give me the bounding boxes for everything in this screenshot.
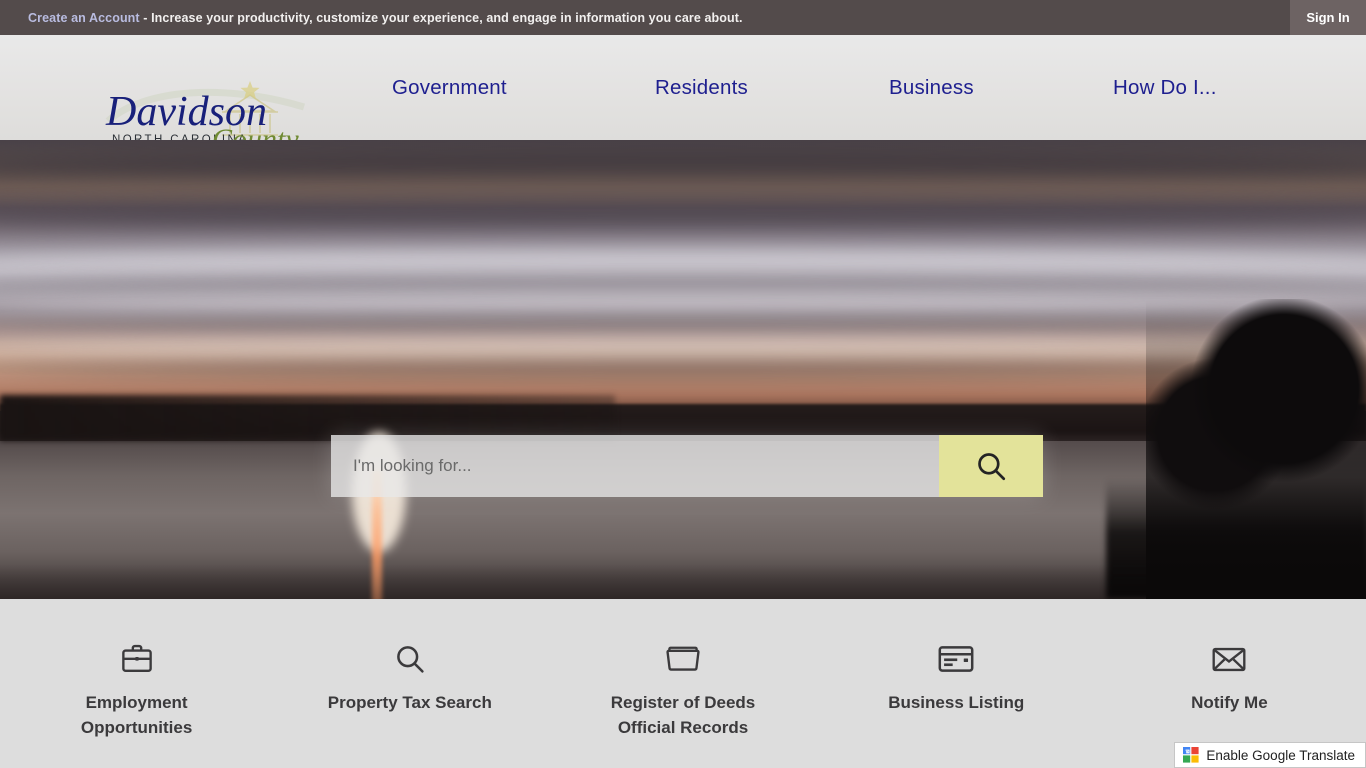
nav-item-business[interactable]: Business xyxy=(889,76,974,100)
quick-link-business-listing[interactable]: Business Listing xyxy=(820,641,1093,716)
top-utility-bar: Create an Account - Increase your produc… xyxy=(0,0,1366,35)
hero-search-box xyxy=(331,435,1043,497)
hero-banner xyxy=(0,140,1366,599)
quick-links-bar: Employment Opportunities Property Tax Se… xyxy=(0,599,1366,768)
quick-link-notify-me[interactable]: Notify Me xyxy=(1093,641,1366,716)
main-navigation: Government Residents Business How Do I..… xyxy=(360,35,1240,140)
briefcase-icon xyxy=(120,641,154,677)
hero-left-shadow xyxy=(0,394,615,441)
quick-link-register-of-deeds[interactable]: Register of Deeds Official Records xyxy=(546,641,819,740)
folder-icon xyxy=(666,641,700,677)
sign-in-button[interactable]: Sign In xyxy=(1290,0,1366,35)
quick-link-property-tax-search[interactable]: Property Tax Search xyxy=(273,641,546,716)
search-icon xyxy=(978,453,1006,481)
nav-item-residents[interactable]: Residents xyxy=(655,76,748,100)
quick-link-label: Business Listing xyxy=(888,693,1025,712)
quick-link-label: Property Tax Search xyxy=(327,693,492,712)
search-input[interactable] xyxy=(331,435,939,497)
account-message: Create an Account - Increase your produc… xyxy=(0,11,743,25)
quick-link-label: Notify Me xyxy=(1191,693,1268,712)
hero-tree-silhouette xyxy=(1146,299,1366,599)
quick-link-label: Employment Opportunities xyxy=(80,693,193,737)
search-icon xyxy=(394,641,426,677)
quick-link-employment-opportunities[interactable]: Employment Opportunities xyxy=(0,641,273,740)
google-translate-widget[interactable]: Enable Google Translate xyxy=(1174,742,1366,768)
envelope-icon xyxy=(1212,641,1246,677)
account-message-text: - Increase your productivity, customize … xyxy=(139,10,743,25)
nav-item-how-do-i[interactable]: How Do I... xyxy=(1113,76,1217,100)
site-header: Davidson NORTH CAROLINA County Governmen… xyxy=(0,35,1366,156)
card-icon xyxy=(938,641,974,677)
create-account-link[interactable]: Create an Account xyxy=(28,11,140,25)
search-submit-button[interactable] xyxy=(939,435,1043,497)
google-logo-icon xyxy=(1183,747,1199,763)
quick-link-label: Register of Deeds Official Records xyxy=(610,693,756,737)
nav-item-government[interactable]: Government xyxy=(392,76,507,100)
google-translate-label: Enable Google Translate xyxy=(1206,747,1355,763)
